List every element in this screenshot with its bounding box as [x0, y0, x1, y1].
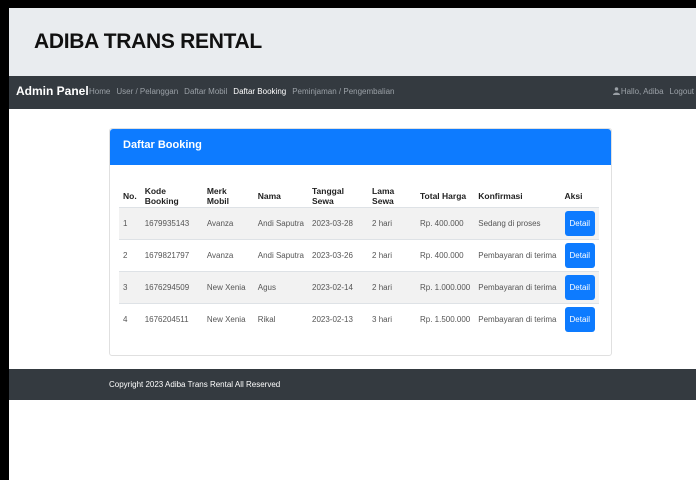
- col-kode-booking: Kode Booking: [140, 185, 203, 208]
- cell-nama: Agus: [253, 271, 308, 304]
- user-icon: [612, 87, 620, 95]
- booking-table: No. Kode Booking Merk Mobil Nama Tanggal…: [119, 185, 599, 335]
- col-merk-mobil: Merk Mobil: [202, 185, 254, 208]
- nav-link-home[interactable]: Home: [89, 87, 110, 96]
- admin-navbar: Admin Panel Home User / Pelanggan Daftar…: [9, 76, 696, 109]
- nav-user-area: Hallo, Adiba Logout: [612, 87, 694, 96]
- cell-merk: Avanza: [202, 239, 254, 272]
- cell-kode: 1679935143: [140, 207, 203, 240]
- nav-link-peminjaman[interactable]: Peminjaman / Pengembalian: [292, 87, 394, 96]
- cell-kode: 1676204511: [140, 303, 203, 335]
- table-row: 1 1679935143 Avanza Andi Saputra 2023-03…: [119, 207, 599, 240]
- nav-links: Home User / Pelanggan Daftar Mobil Dafta…: [89, 87, 395, 96]
- cell-total: Rp. 400.000: [415, 207, 475, 240]
- cell-konfirmasi: Pembayaran di terima: [474, 239, 561, 272]
- user-greeting-link[interactable]: Hallo, Adiba: [612, 87, 664, 96]
- card-header: Daftar Booking: [110, 129, 611, 165]
- nav-link-daftar-mobil[interactable]: Daftar Mobil: [184, 87, 227, 96]
- detail-button[interactable]: Detail: [564, 211, 595, 236]
- cell-tanggal: 2023-03-26: [308, 239, 369, 272]
- site-title: ADIBA TRANS RENTAL: [34, 30, 262, 53]
- cell-tanggal: 2023-02-13: [308, 303, 369, 335]
- app-frame: ADIBA TRANS RENTAL Admin Panel Home User…: [9, 8, 696, 480]
- nav-link-daftar-booking[interactable]: Daftar Booking: [233, 87, 286, 96]
- col-lama-sewa: Lama Sewa: [368, 185, 416, 208]
- cell-no: 2: [119, 239, 141, 272]
- col-tanggal-sewa: Tanggal Sewa: [308, 185, 369, 208]
- cell-merk: New Xenia: [202, 271, 254, 304]
- cell-konfirmasi: Pembayaran di terima: [474, 271, 561, 304]
- cell-nama: Rikal: [253, 303, 308, 335]
- navbar-brand[interactable]: Admin Panel: [16, 84, 89, 98]
- cell-total: Rp. 1.000.000: [415, 271, 475, 304]
- cell-tanggal: 2023-02-14: [308, 271, 369, 304]
- col-total-harga: Total Harga: [415, 185, 475, 208]
- cell-tanggal: 2023-03-28: [308, 207, 369, 240]
- cell-lama: 2 hari: [368, 271, 416, 304]
- table-row: 3 1676294509 New Xenia Agus 2023-02-14 2…: [119, 271, 599, 304]
- cell-total: Rp. 1.500.000: [415, 303, 475, 335]
- detail-button[interactable]: Detail: [564, 275, 595, 300]
- cell-aksi: Detail: [560, 303, 599, 335]
- detail-button[interactable]: Detail: [564, 307, 595, 332]
- cell-nama: Andi Saputra: [253, 207, 308, 240]
- col-no: No.: [119, 185, 141, 208]
- cell-kode: 1676294509: [140, 271, 203, 304]
- detail-button[interactable]: Detail: [564, 243, 595, 268]
- table-header-row: No. Kode Booking Merk Mobil Nama Tanggal…: [119, 185, 599, 208]
- cell-aksi: Detail: [560, 207, 599, 240]
- brand-bar: ADIBA TRANS RENTAL: [9, 8, 696, 76]
- cell-no: 3: [119, 271, 141, 304]
- booking-card: Daftar Booking No. Kode Booking Merk Mob…: [109, 128, 612, 356]
- col-nama: Nama: [253, 185, 308, 208]
- cell-konfirmasi: Pembayaran di terima: [474, 303, 561, 335]
- cell-konfirmasi: Sedang di proses: [474, 207, 561, 240]
- page-footer: Copyright 2023 Adiba Trans Rental All Re…: [9, 369, 696, 400]
- col-aksi: Aksi: [560, 185, 599, 208]
- cell-nama: Andi Saputra: [253, 239, 308, 272]
- cell-lama: 2 hari: [368, 207, 416, 240]
- cell-lama: 3 hari: [368, 303, 416, 335]
- cell-aksi: Detail: [560, 239, 599, 272]
- cell-no: 1: [119, 207, 141, 240]
- copyright-text: Copyright 2023 Adiba Trans Rental All Re…: [109, 380, 281, 389]
- card-title: Daftar Booking: [123, 139, 202, 151]
- cell-kode: 1679821797: [140, 239, 203, 272]
- logout-link[interactable]: Logout: [670, 87, 694, 96]
- cell-no: 4: [119, 303, 141, 335]
- cell-merk: Avanza: [202, 207, 254, 240]
- cell-aksi: Detail: [560, 271, 599, 304]
- cell-total: Rp. 400.000: [415, 239, 475, 272]
- col-konfirmasi: Konfirmasi: [474, 185, 561, 208]
- cell-merk: New Xenia: [202, 303, 254, 335]
- cell-lama: 2 hari: [368, 239, 416, 272]
- nav-link-user-pelanggan[interactable]: User / Pelanggan: [116, 87, 178, 96]
- table-row: 4 1676204511 New Xenia Rikal 2023-02-13 …: [119, 303, 599, 335]
- user-greeting: Hallo, Adiba: [620, 87, 664, 96]
- table-row: 2 1679821797 Avanza Andi Saputra 2023-03…: [119, 239, 599, 272]
